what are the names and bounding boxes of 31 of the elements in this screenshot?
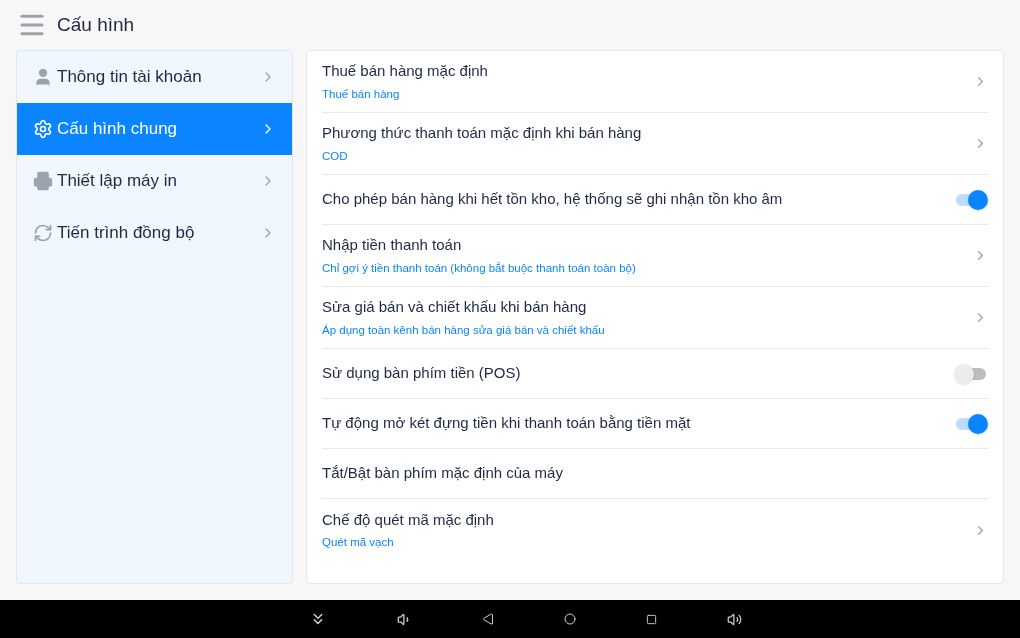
setting-title: Sử dụng bàn phím tiền (POS)	[322, 363, 522, 384]
sidebar-label: Cấu hình chung	[57, 118, 179, 141]
setting-subtitle: Thuế bán hàng	[322, 86, 401, 102]
setting-title: Phương thức thanh toán mặc định khi bán hàng	[322, 123, 643, 144]
setting-subtitle: COD	[322, 148, 349, 164]
setting-subtitle: Chỉ gợi ý tiền thanh toán (không bắt buộc thanh toán toàn bộ)	[322, 260, 637, 276]
setting-title: Chế độ quét mã mặc định	[322, 509, 495, 530]
setting-title: Tắt/Bật bàn phím mặc định của máy	[322, 463, 564, 484]
setting-subtitle: Áp dụng toàn kênh bán hàng sửa giá bán và chiết khấu	[322, 322, 606, 338]
volume-up-icon[interactable]	[726, 611, 742, 627]
printer-icon	[33, 171, 53, 191]
sidebar-label: Thiết lập máy in	[57, 170, 178, 193]
sidebar-label: Tiến trình đồng bộ	[57, 222, 196, 245]
home-icon[interactable]	[563, 613, 576, 625]
settings-icon	[33, 119, 53, 139]
setting-title: Cho phép bán hàng khi hết tồn kho, hệ thống sẽ ghi nhận tồn kho âm	[322, 189, 784, 210]
sidebar-label: Thông tin tài khoản	[57, 66, 203, 89]
sidebar-item[interactable]: Thông tin tài khoản	[17, 51, 292, 103]
sidebar-item[interactable]: Cấu hình chung	[17, 103, 292, 155]
setting-title: Tự động mở két đựng tiền khi thanh toán bằng tiền mặt	[322, 413, 692, 434]
page-title: Cấu hình	[57, 12, 135, 37]
sidebar-item[interactable]: Tiến trình đồng bộ	[17, 207, 292, 259]
setting-title: Thuế bán hàng mặc định	[322, 61, 489, 82]
sidebar-item[interactable]: Thiết lập máy in	[17, 155, 292, 207]
setting-subtitle: Quét mã vạch	[322, 535, 395, 551]
back-icon[interactable]	[481, 613, 494, 625]
recents-icon[interactable]	[645, 613, 657, 625]
person-icon	[33, 67, 53, 87]
sync-icon	[33, 223, 53, 243]
setting-title: Nhập tiền thanh toán	[322, 235, 463, 256]
setting-title: Sửa giá bán và chiết khấu khi bán hàng	[322, 297, 588, 318]
